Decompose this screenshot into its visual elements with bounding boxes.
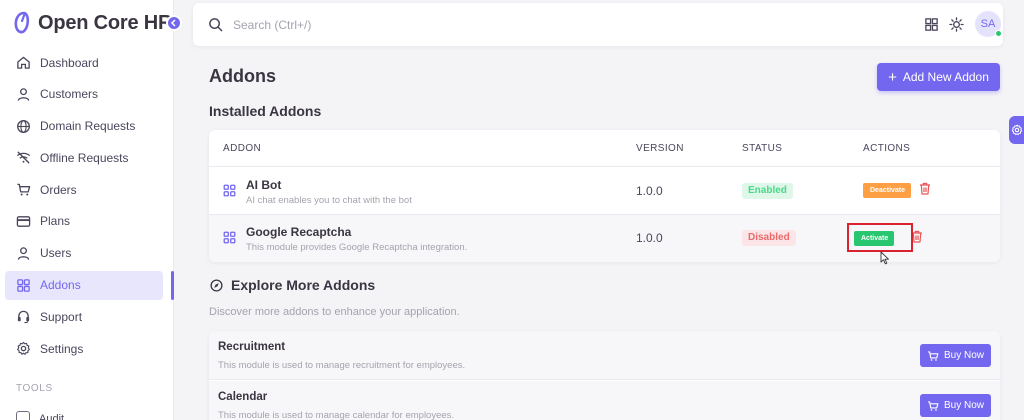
sidebar-item-plans[interactable]: Plans — [5, 207, 163, 236]
cart-icon — [928, 400, 939, 411]
addon-name: Recruitment — [218, 341, 286, 353]
column-header-status: STATUS — [742, 143, 783, 154]
list-item: Recruitment This module is used to manag… — [209, 331, 1000, 380]
addon-version: 1.0.0 — [636, 231, 663, 245]
addon-description: This module is used to manage calendar f… — [218, 410, 455, 420]
gear-icon — [1011, 124, 1023, 136]
add-new-addon-label: Add New Addon — [902, 70, 989, 84]
column-header-addon: ADDON — [223, 143, 262, 154]
installed-addons-title: Installed Addons — [209, 103, 322, 119]
list-item: Calendar This module is used to manage c… — [209, 381, 1000, 420]
sidebar-item-offline-requests[interactable]: Offline Requests — [5, 143, 163, 172]
sidebar-item-label: Orders — [40, 182, 77, 197]
sidebar-item-support[interactable]: Support — [5, 302, 163, 331]
wifi-off-icon — [16, 151, 31, 164]
sun-icon[interactable] — [949, 17, 964, 32]
cart-icon — [928, 350, 939, 361]
buy-now-label: Buy Now — [943, 350, 984, 361]
highlight-box — [847, 223, 913, 252]
status-badge: Enabled — [742, 183, 793, 199]
sidebar-item-addons[interactable]: Addons — [5, 270, 163, 300]
sidebar-item-domain-requests[interactable]: Domain Requests — [5, 112, 163, 141]
sidebar-item-label: Dashboard — [40, 55, 99, 70]
buy-now-button[interactable]: Buy Now — [920, 344, 991, 367]
sidebar-item-dashboard[interactable]: Dashboard — [5, 48, 163, 77]
chevron-left-icon — [170, 19, 176, 27]
column-header-actions: ACTIONS — [863, 143, 911, 154]
sidebar-section-tools: TOOLS — [16, 383, 53, 394]
avatar-initials: SA — [980, 18, 996, 30]
addon-version: 1.0.0 — [636, 184, 663, 198]
sidebar-nav: Dashboard Customers Domain Requests Offl… — [5, 48, 163, 366]
addon-name: Calendar — [218, 391, 268, 403]
gear-icon — [17, 342, 30, 356]
table-header: ADDON VERSION STATUS ACTIONS — [209, 130, 1000, 167]
addon-name: AI Bot — [246, 178, 282, 192]
buy-now-button[interactable]: Buy Now — [920, 394, 991, 417]
brand[interactable]: Open Core HR — [13, 9, 172, 37]
addon-description: AI chat enables you to chat with the bot — [246, 195, 412, 206]
page-title: Addons — [209, 66, 276, 86]
search-input[interactable] — [233, 14, 533, 36]
sidebar-item-label: Settings — [40, 341, 84, 356]
sidebar-item-label: Users — [40, 246, 72, 261]
sidebar-item-label: Support — [40, 309, 83, 324]
table-row: AI Bot AI chat enables you to chat with … — [209, 168, 1000, 215]
topbar: SA — [193, 3, 1003, 46]
grid-icon — [223, 231, 236, 244]
user-icon — [17, 88, 30, 101]
sidebar-item-label: Plans — [40, 214, 71, 229]
addon-name: Google Recaptcha — [246, 225, 352, 239]
sidebar: Open Core HR Dashboard Customers Domain … — [0, 0, 182, 420]
globe-icon — [17, 119, 30, 133]
brand-name: Open Core HR — [38, 11, 173, 34]
sidebar-item-customers[interactable]: Customers — [5, 80, 163, 109]
grid-icon — [223, 184, 236, 197]
sidebar-item-users[interactable]: Users — [5, 239, 163, 268]
plus-icon: + — [888, 68, 897, 86]
online-status-dot — [995, 30, 1002, 37]
audit-icon[interactable] — [16, 411, 30, 420]
compass-icon — [210, 279, 223, 292]
sidebar-item-label: Addons — [40, 278, 81, 293]
logo-icon — [14, 11, 30, 34]
cart-icon — [17, 183, 31, 196]
explore-subtitle: Discover more addons to enhance your app… — [209, 306, 460, 318]
explore-more-addons-title: Explore More Addons — [231, 277, 376, 293]
buy-now-label: Buy Now — [943, 400, 984, 411]
explore-addons-list: Recruitment This module is used to manag… — [209, 331, 1000, 420]
deactivate-button[interactable]: Deactivate — [863, 183, 911, 198]
mouse-cursor-icon — [880, 251, 889, 265]
trash-icon[interactable] — [919, 182, 931, 195]
avatar[interactable]: SA — [975, 11, 1002, 37]
shortcuts-icon[interactable] — [924, 17, 939, 32]
sidebar-collapse-button[interactable] — [166, 15, 182, 31]
active-indicator — [171, 271, 174, 300]
user-icon — [17, 247, 30, 260]
sidebar-item-settings[interactable]: Settings — [5, 334, 163, 363]
sidebar-item-label: Domain Requests — [40, 119, 136, 134]
customizer-toggle[interactable] — [1009, 116, 1024, 144]
sidebar-item-label: Customers — [40, 87, 99, 102]
sidebar-item-label: Offline Requests — [40, 150, 129, 165]
search-icon — [209, 18, 223, 32]
add-new-addon-button[interactable]: + Add New Addon — [877, 63, 1000, 91]
column-header-version: VERSION — [636, 143, 684, 154]
sidebar-item-label[interactable]: Audit — [39, 412, 65, 420]
addon-description: This module provides Google Recaptcha in… — [246, 242, 468, 253]
home-icon — [17, 56, 30, 69]
sidebar-item-orders[interactable]: Orders — [5, 175, 163, 204]
grid-icon — [17, 278, 30, 292]
status-badge: Disabled — [742, 230, 796, 246]
headset-icon — [17, 311, 30, 324]
credit-card-icon — [16, 216, 31, 227]
addon-description: This module is used to manage recruitmen… — [218, 360, 466, 371]
